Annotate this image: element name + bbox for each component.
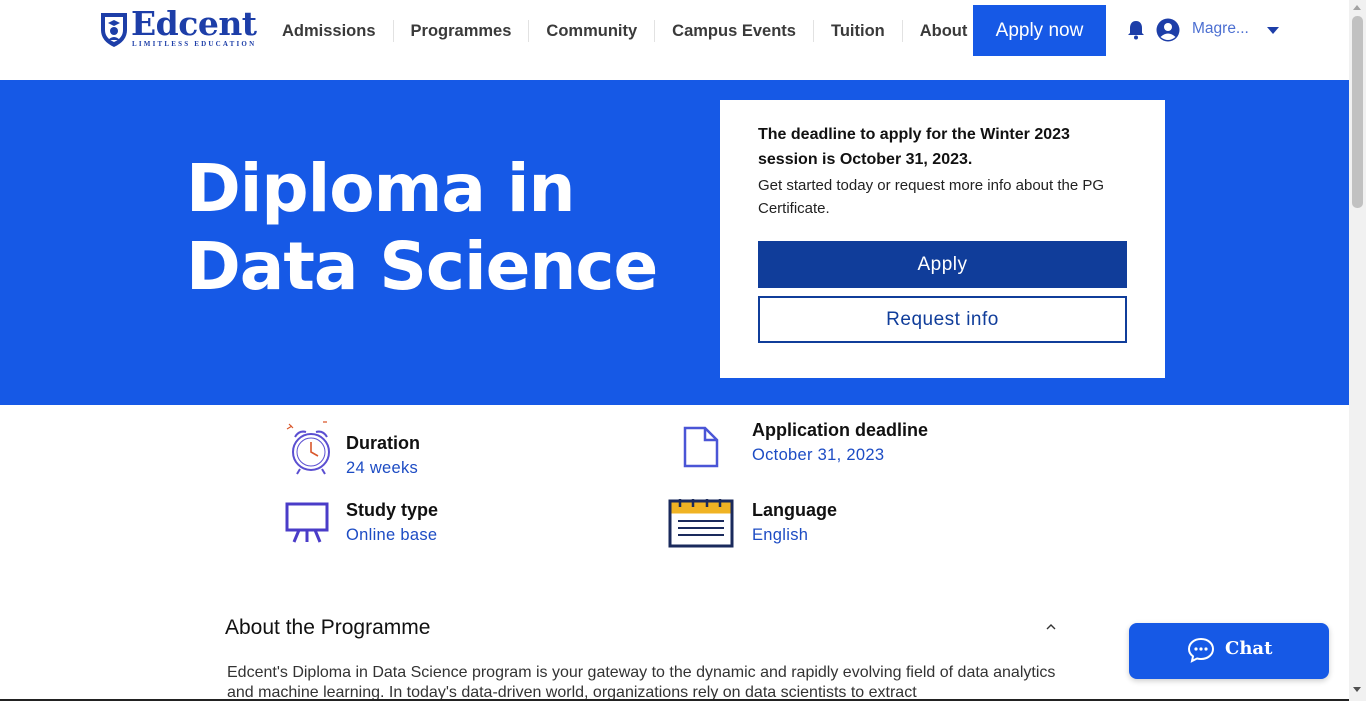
- user-name[interactable]: Magre...: [1192, 20, 1249, 38]
- about-heading: About the Programme: [225, 616, 431, 639]
- duration-label: Duration: [346, 433, 420, 453]
- deadline-notice: The deadline to apply for the Winter 202…: [758, 126, 1070, 168]
- bell-icon[interactable]: [1127, 20, 1145, 40]
- chat-label: Chat: [1225, 638, 1273, 659]
- hero-banner: Diploma in Data Science The deadline to …: [0, 80, 1349, 405]
- language-label: Language: [752, 500, 838, 520]
- duration-value: 24 weeks: [346, 459, 419, 477]
- page-title: Diploma in Data Science: [186, 150, 658, 305]
- deadline-label: Application deadline: [752, 420, 929, 440]
- alarm-clock-icon: [286, 421, 330, 475]
- apply-button[interactable]: Apply: [758, 241, 1127, 288]
- chat-button[interactable]: Chat: [1129, 623, 1329, 679]
- document-icon: [683, 426, 719, 468]
- scroll-up-arrow-icon[interactable]: [1353, 5, 1361, 10]
- page: Edcent LIMITLESS EDUCATION Admissions Pr…: [0, 0, 1349, 701]
- nav-admissions[interactable]: Admissions: [265, 20, 394, 42]
- chevron-down-icon[interactable]: [1267, 27, 1279, 34]
- site-header: Edcent LIMITLESS EDUCATION Admissions Pr…: [0, 0, 1349, 80]
- user-circle-icon[interactable]: [1156, 18, 1180, 42]
- apply-card: The deadline to apply for the Winter 202…: [720, 100, 1165, 378]
- nav-community[interactable]: Community: [529, 20, 656, 42]
- about-description: Edcent's Diploma in Data Science program…: [227, 664, 1056, 701]
- apply-now-button[interactable]: Apply now: [973, 5, 1106, 56]
- scrollbar-thumb[interactable]: [1352, 16, 1363, 208]
- presentation-board-icon: [285, 502, 329, 543]
- study-type-label: Study type: [346, 500, 439, 520]
- main-nav: Admissions Programmes Community Campus E…: [265, 12, 984, 50]
- nav-programmes[interactable]: Programmes: [394, 20, 530, 42]
- nav-tuition[interactable]: Tuition: [814, 20, 903, 42]
- calendar-icon: [668, 499, 734, 548]
- scroll-down-arrow-icon[interactable]: [1353, 687, 1361, 692]
- study-type-value: Online base: [346, 526, 438, 544]
- info-text: Get started today or request more info a…: [758, 177, 1105, 217]
- brand-name: Edcent: [131, 4, 257, 43]
- shield-logo-icon: [101, 13, 127, 47]
- brand-tagline: LIMITLESS EDUCATION: [132, 40, 257, 48]
- deadline-value: October 31, 2023: [752, 446, 885, 464]
- chat-bubble-icon: [1187, 637, 1215, 663]
- language-value: English: [752, 526, 809, 544]
- chevron-up-icon[interactable]: [1044, 620, 1058, 634]
- brand-logo[interactable]: Edcent LIMITLESS EDUCATION: [99, 4, 261, 52]
- nav-campus-events[interactable]: Campus Events: [655, 20, 814, 42]
- scrollbar[interactable]: [1349, 0, 1366, 701]
- request-info-button[interactable]: Request info: [758, 296, 1127, 343]
